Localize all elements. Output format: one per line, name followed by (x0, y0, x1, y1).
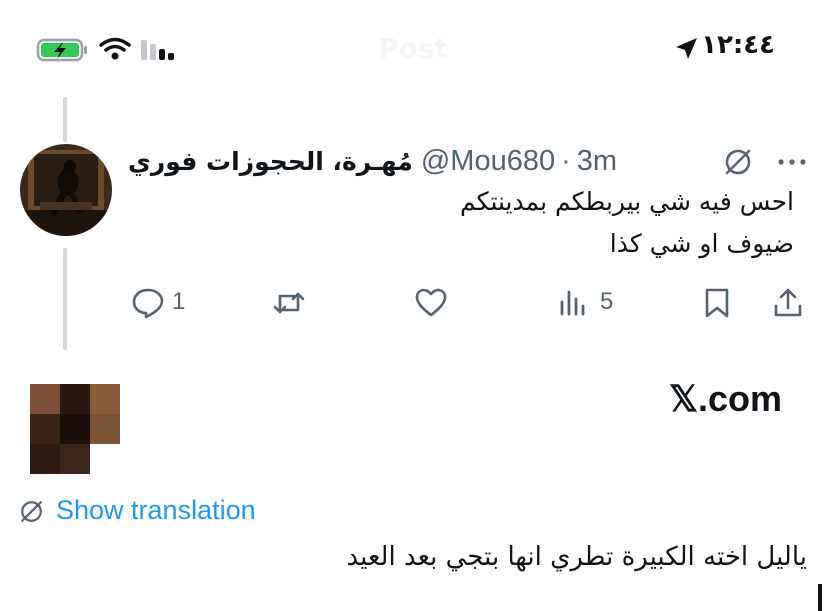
more-options-icon[interactable] (776, 152, 808, 172)
thread-line-bottom (63, 248, 67, 350)
translate-icon[interactable] (18, 498, 45, 525)
user-handle[interactable]: @Mou680 (421, 145, 555, 178)
thumbnail-pixel (30, 384, 60, 414)
battery-charging-icon (36, 36, 90, 64)
translate-icon[interactable] (722, 146, 754, 178)
status-time: ١٢:٤٤ (701, 30, 775, 60)
show-translation-link[interactable]: Show translation (56, 495, 256, 526)
thumbnail-pixel (60, 384, 90, 414)
reply-icon[interactable] (131, 286, 165, 320)
comment-text: ياليل اخته الكبيرة تطري انها بتجي بعد ال… (346, 542, 807, 572)
link-domain[interactable]: 𝕏.com (669, 378, 782, 420)
thumbnail-pixel (30, 444, 60, 474)
thumbnail-pixel (90, 444, 120, 474)
retweet-icon[interactable] (272, 286, 306, 320)
avatar[interactable] (20, 144, 112, 236)
link-thumbnail[interactable] (30, 384, 120, 474)
display-name[interactable]: مُهـرة، الحجوزات فوري (128, 147, 413, 176)
like-heart-icon[interactable] (414, 286, 448, 320)
wifi-icon (98, 36, 132, 62)
cellular-signal-icon (138, 36, 180, 62)
thread-line-top (63, 97, 67, 142)
share-icon[interactable] (771, 286, 805, 320)
timestamp[interactable]: 3m (577, 145, 617, 178)
thumbnail-pixel (60, 414, 90, 444)
views-chart-icon[interactable] (556, 286, 590, 320)
bookmark-icon[interactable] (700, 286, 734, 320)
scroll-indicator (818, 584, 822, 611)
separator-dot: · (561, 144, 571, 177)
location-arrow-icon (673, 36, 699, 62)
thumbnail-pixel (60, 444, 90, 474)
tweet-header: مُهـرة، الحجوزات فوري @Mou680 · 3m (128, 143, 617, 179)
thumbnail-pixel (30, 414, 60, 444)
page-title: Post (378, 32, 448, 65)
thumbnail-pixel (90, 414, 120, 444)
tweet-text-line-2: ضيوف او شي كذا (609, 229, 794, 258)
views-count: 5 (600, 288, 614, 315)
reply-count: 1 (172, 288, 186, 315)
thumbnail-pixel (90, 384, 120, 414)
tweet-text-line-1: احس فيه شي بيربطكم بمدينتكم (460, 187, 794, 216)
